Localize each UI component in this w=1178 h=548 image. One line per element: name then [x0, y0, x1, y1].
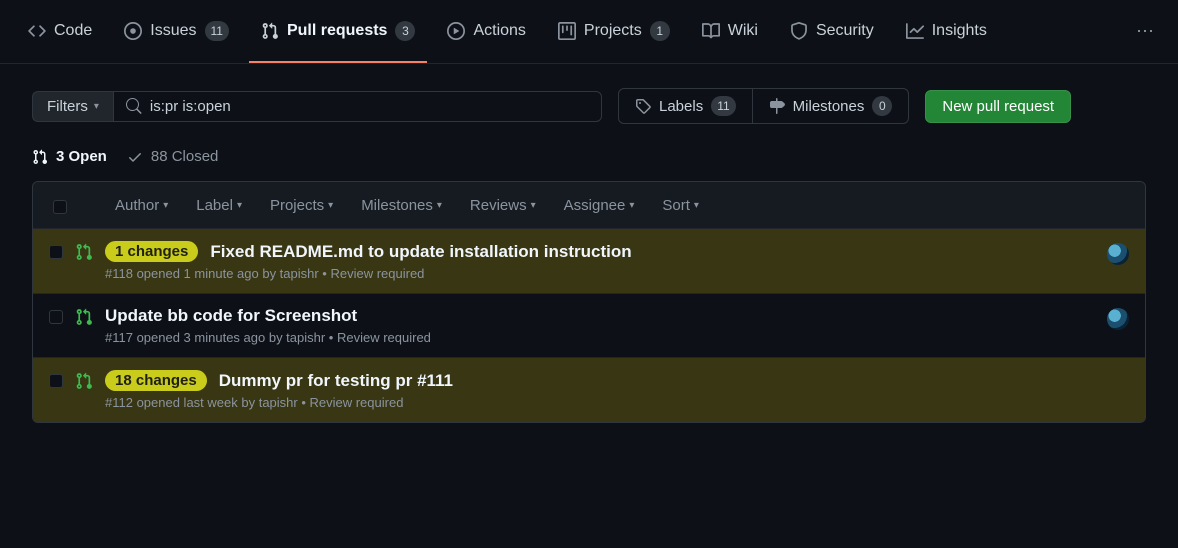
- open-toggle[interactable]: 3 Open: [32, 148, 107, 165]
- row-main: 1 changes Fixed README.md to update inst…: [105, 241, 1095, 281]
- book-icon: [702, 22, 720, 40]
- pr-meta: #117 opened 3 minutes ago by tapishr • R…: [105, 330, 1095, 345]
- milestones-count: 0: [872, 96, 892, 116]
- tab-label: Security: [816, 22, 874, 40]
- list-header: Author▾ Label▾ Projects▾ Milestones▾ Rev…: [33, 182, 1145, 229]
- open-count-label: 3 Open: [56, 148, 107, 165]
- labels-milestones-group: Labels 11 Milestones 0: [618, 88, 909, 124]
- row-checkbox[interactable]: [49, 310, 63, 324]
- caret-down-icon: ▾: [328, 200, 333, 211]
- caret-down-icon: ▾: [94, 101, 99, 112]
- tab-label: Actions: [473, 22, 525, 40]
- issue-icon: [124, 22, 142, 40]
- milestone-icon: [769, 98, 785, 114]
- assignee-avatar[interactable]: [1107, 243, 1129, 265]
- tab-counter: 1: [650, 21, 670, 41]
- tab-label: Pull requests: [287, 22, 387, 40]
- pull-request-open-icon: [75, 308, 93, 326]
- changes-badge: 18 changes: [105, 370, 207, 391]
- pr-meta: #112 opened last week by tapishr • Revie…: [105, 395, 1129, 410]
- tab-counter: 11: [205, 21, 229, 41]
- new-pull-request-button[interactable]: New pull request: [925, 90, 1071, 123]
- search-icon: [126, 98, 142, 114]
- caret-down-icon: ▾: [694, 200, 699, 211]
- repo-nav: Code Issues 11 Pull requests 3 Actions P…: [0, 0, 1178, 64]
- header-milestones[interactable]: Milestones▾: [361, 197, 442, 214]
- labels-label: Labels: [659, 98, 703, 115]
- pr-row[interactable]: 18 changes Dummy pr for testing pr #111 …: [33, 358, 1145, 422]
- header-projects[interactable]: Projects▾: [270, 197, 333, 214]
- pull-request-open-icon: [75, 243, 93, 261]
- labels-count: 11: [711, 96, 735, 116]
- row-main: Update bb code for Screenshot #117 opene…: [105, 306, 1095, 345]
- caret-down-icon: ▾: [531, 200, 536, 211]
- tab-label: Issues: [150, 22, 196, 40]
- header-label[interactable]: Label▾: [196, 197, 242, 214]
- caret-down-icon: ▾: [163, 200, 168, 211]
- assignee-avatar[interactable]: [1107, 308, 1129, 330]
- row-main: 18 changes Dummy pr for testing pr #111 …: [105, 370, 1129, 410]
- pull-request-open-icon: [75, 372, 93, 390]
- filters-dropdown[interactable]: Filters ▾: [32, 91, 113, 122]
- project-icon: [558, 22, 576, 40]
- milestones-label: Milestones: [793, 98, 865, 115]
- closed-count-label: 88 Closed: [151, 148, 219, 165]
- tab-insights[interactable]: Insights: [894, 0, 999, 63]
- caret-down-icon: ▾: [629, 200, 634, 211]
- tab-label: Insights: [932, 22, 987, 40]
- shield-icon: [790, 22, 808, 40]
- row-checkbox[interactable]: [49, 374, 63, 388]
- tab-actions[interactable]: Actions: [435, 0, 537, 63]
- search-group: Filters ▾: [32, 91, 602, 122]
- pr-meta: #118 opened 1 minute ago by tapishr • Re…: [105, 266, 1095, 281]
- tab-label: Code: [54, 22, 92, 40]
- pr-title[interactable]: Fixed README.md to update installation i…: [210, 242, 631, 262]
- new-pr-label: New pull request: [942, 98, 1054, 115]
- pull-request-icon: [32, 149, 48, 165]
- tab-security[interactable]: Security: [778, 0, 886, 63]
- pr-row[interactable]: Update bb code for Screenshot #117 opene…: [33, 294, 1145, 358]
- tab-projects[interactable]: Projects 1: [546, 0, 682, 63]
- more-menu-icon[interactable]: ⋯: [1128, 21, 1162, 42]
- play-icon: [447, 22, 465, 40]
- labels-button[interactable]: Labels 11: [619, 89, 753, 123]
- pr-title[interactable]: Update bb code for Screenshot: [105, 306, 357, 326]
- caret-down-icon: ▾: [237, 200, 242, 211]
- changes-badge: 1 changes: [105, 241, 198, 262]
- tag-icon: [635, 98, 651, 114]
- select-all-checkbox[interactable]: [53, 200, 67, 214]
- state-toggle: 3 Open 88 Closed: [0, 124, 1178, 181]
- check-icon: [127, 149, 143, 165]
- tab-counter: 3: [395, 21, 415, 41]
- pull-request-icon: [261, 22, 279, 40]
- graph-icon: [906, 22, 924, 40]
- tab-label: Projects: [584, 22, 642, 40]
- header-author[interactable]: Author▾: [115, 197, 168, 214]
- tab-pull-requests[interactable]: Pull requests 3: [249, 0, 427, 63]
- search-input[interactable]: [150, 98, 589, 115]
- header-sort[interactable]: Sort▾: [662, 197, 699, 214]
- filters-label: Filters: [47, 98, 88, 115]
- pr-row[interactable]: 1 changes Fixed README.md to update inst…: [33, 229, 1145, 294]
- tab-issues[interactable]: Issues 11: [112, 0, 241, 63]
- header-assignee[interactable]: Assignee▾: [564, 197, 635, 214]
- milestones-button[interactable]: Milestones 0: [753, 89, 909, 123]
- search-input-container[interactable]: [113, 91, 602, 122]
- tab-label: Wiki: [728, 22, 758, 40]
- row-checkbox[interactable]: [49, 245, 63, 259]
- code-icon: [28, 22, 46, 40]
- filter-bar: Filters ▾ Labels 11 Milestones 0 New pul…: [0, 64, 1178, 124]
- tab-code[interactable]: Code: [16, 0, 104, 63]
- header-reviews[interactable]: Reviews▾: [470, 197, 536, 214]
- tab-wiki[interactable]: Wiki: [690, 0, 770, 63]
- closed-toggle[interactable]: 88 Closed: [127, 148, 219, 165]
- caret-down-icon: ▾: [437, 200, 442, 211]
- pr-title[interactable]: Dummy pr for testing pr #111: [219, 371, 453, 391]
- pr-list: Author▾ Label▾ Projects▾ Milestones▾ Rev…: [32, 181, 1146, 423]
